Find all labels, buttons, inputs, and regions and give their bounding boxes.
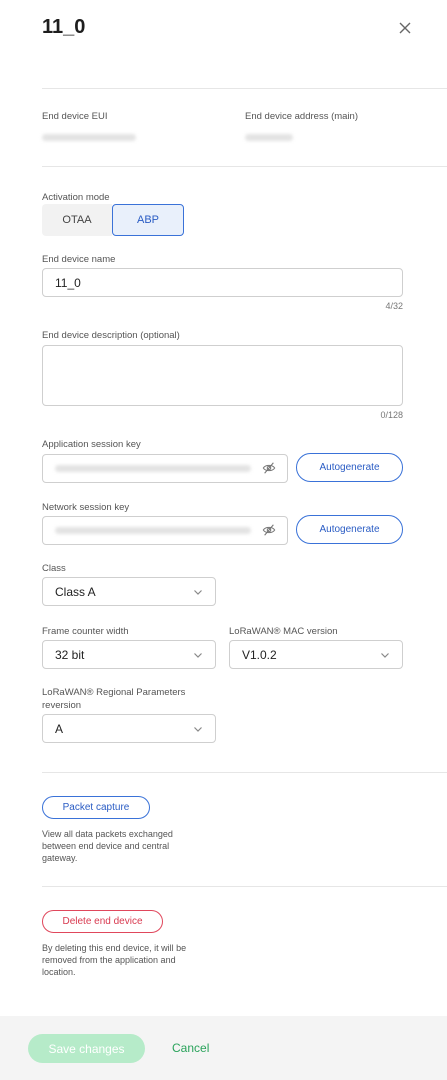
description-label: End device description (optional)	[42, 330, 180, 341]
frame-counter-select[interactable]: 32 bit	[42, 640, 216, 669]
frame-counter-label: Frame counter width	[42, 626, 129, 637]
divider	[42, 166, 447, 167]
net-session-key-input[interactable]	[42, 516, 288, 545]
eye-off-icon[interactable]	[262, 523, 276, 537]
class-select[interactable]: Class A	[42, 577, 216, 606]
class-label: Class	[42, 563, 66, 574]
net-session-key-redacted	[55, 527, 251, 534]
net-key-autogenerate-button[interactable]: Autogenerate	[296, 515, 403, 544]
activation-mode-toggle: OTAA ABP	[42, 204, 184, 236]
help-line: location.	[42, 967, 76, 977]
help-line: By deleting this end device, it will be	[42, 943, 187, 953]
packet-capture-help: View all data packets exchanged between …	[42, 828, 173, 864]
regional-params-select[interactable]: A	[42, 714, 216, 743]
help-line: between end device and central	[42, 841, 170, 851]
delete-device-button[interactable]: Delete end device	[42, 910, 163, 933]
divider	[42, 88, 447, 89]
app-session-key-input[interactable]	[42, 454, 288, 483]
cancel-link[interactable]: Cancel	[172, 1041, 209, 1055]
close-icon[interactable]	[397, 20, 413, 36]
activation-mode-label: Activation mode	[42, 192, 110, 203]
mac-version-value: V1.0.2	[242, 647, 277, 662]
eye-off-icon[interactable]	[262, 461, 276, 475]
app-session-key-redacted	[55, 465, 251, 472]
name-input[interactable]: 11_0	[42, 268, 403, 297]
chevron-down-icon	[194, 589, 202, 595]
abp-option[interactable]: ABP	[112, 204, 184, 236]
help-line: View all data packets exchanged	[42, 829, 173, 839]
help-line: removed from the application and	[42, 955, 176, 965]
divider	[42, 772, 447, 773]
description-textarea[interactable]	[42, 345, 403, 406]
regional-params-label-line2: reversion	[42, 700, 82, 711]
address-value-redacted	[245, 134, 293, 141]
chevron-down-icon	[194, 726, 202, 732]
class-select-value: Class A	[55, 584, 96, 599]
regional-params-value: A	[55, 721, 64, 736]
divider	[42, 886, 447, 887]
app-key-autogenerate-button[interactable]: Autogenerate	[296, 453, 403, 482]
frame-counter-value: 32 bit	[55, 647, 85, 662]
name-counter: 4/32	[385, 301, 403, 311]
page-title: 11_0	[42, 16, 86, 38]
delete-help: By deleting this end device, it will be …	[42, 942, 186, 978]
otaa-option[interactable]: OTAA	[42, 204, 112, 236]
net-session-key-label: Network session key	[42, 502, 130, 513]
help-line: gateway.	[42, 853, 78, 863]
chevron-down-icon	[194, 652, 202, 658]
save-changes-button[interactable]: Save changes	[28, 1034, 145, 1063]
address-label: End device address (main)	[245, 111, 358, 122]
eui-label: End device EUI	[42, 111, 108, 122]
mac-version-select[interactable]: V1.0.2	[229, 640, 403, 669]
app-session-key-label: Application session key	[42, 439, 141, 450]
chevron-down-icon	[381, 652, 389, 658]
regional-params-label-line1: LoRaWAN® Regional Parameters	[42, 687, 186, 698]
eui-value-redacted	[42, 134, 136, 141]
name-label: End device name	[42, 254, 116, 265]
description-counter: 0/128	[380, 410, 403, 420]
packet-capture-button[interactable]: Packet capture	[42, 796, 150, 819]
mac-version-label: LoRaWAN® MAC version	[229, 626, 338, 637]
